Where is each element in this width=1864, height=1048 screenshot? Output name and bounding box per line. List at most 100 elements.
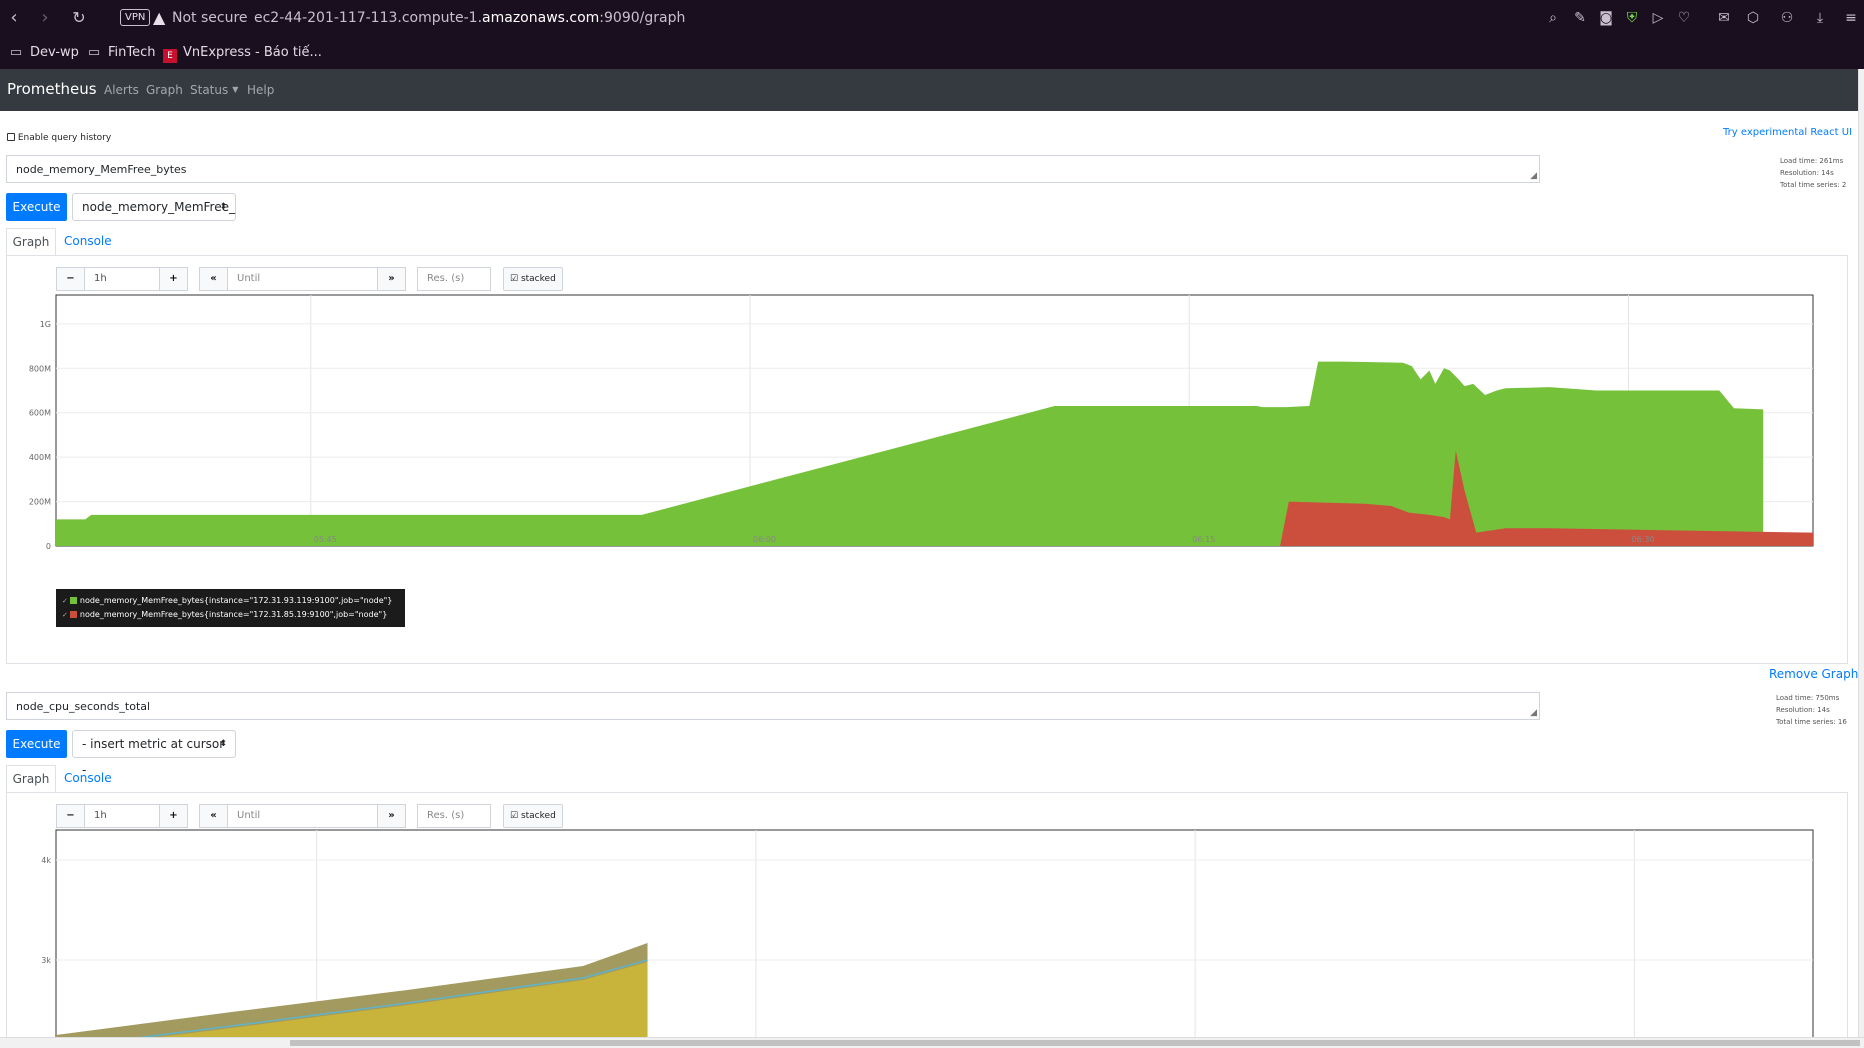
- x-tick-label: 05:45: [314, 535, 337, 544]
- y-tick-label: 1G: [40, 320, 51, 329]
- reload-icon[interactable]: ↻: [67, 6, 91, 30]
- url-rest: :9090/graph: [599, 10, 686, 26]
- mail-icon[interactable]: ✉: [1714, 8, 1734, 28]
- url-host-main: amazonaws.com: [482, 10, 600, 26]
- expression-text: node_memory_MemFree_bytes: [16, 163, 187, 176]
- tab-console[interactable]: Console: [64, 771, 112, 785]
- check-icon: ✓: [62, 597, 68, 605]
- bookmark-dev-wp[interactable]: ▭ Dev-wp: [8, 43, 79, 63]
- security-status[interactable]: Not secure: [172, 10, 248, 26]
- metric-select-value: node_memory_MemFree_: [82, 200, 235, 214]
- edit-icon[interactable]: ✎: [1570, 8, 1590, 28]
- y-tick-label: 0: [46, 542, 51, 551]
- vnexpress-icon: E: [163, 49, 177, 63]
- cube-icon[interactable]: ⬡: [1743, 8, 1763, 28]
- history-checkbox[interactable]: [7, 133, 15, 141]
- select-arrows-icon: ⬍: [219, 739, 227, 749]
- y-tick-label: 400M: [29, 453, 51, 462]
- y-tick-label: 200M: [29, 498, 51, 507]
- address-bar-row: ‹ › ↻ VPN ▲ Not secure ec2-44-201-117-11…: [0, 0, 1864, 37]
- nav-status[interactable]: Status ▼: [190, 83, 238, 97]
- y-tick-label: 600M: [29, 409, 51, 418]
- nav-help[interactable]: Help: [247, 83, 274, 97]
- vpn-badge[interactable]: VPN: [120, 9, 151, 26]
- download-icon[interactable]: ⤓: [1810, 8, 1830, 28]
- forward-icon[interactable]: ›: [33, 6, 57, 30]
- legend-swatch: [69, 597, 77, 604]
- y-tick-label: 3k: [41, 956, 51, 965]
- y-tick-label: 800M: [29, 364, 51, 373]
- prometheus-navbar: Prometheus Alerts Graph Status ▼ Help: [0, 69, 1858, 111]
- tab-graph[interactable]: Graph: [6, 228, 56, 256]
- query-stats: Load time: 261ms Resolution: 14s Total t…: [1780, 155, 1846, 191]
- legend-item[interactable]: ✓ node_memory_MemFree_bytes{instance="172…: [62, 608, 399, 622]
- panel-tabs: Graph Console − 1h + « Until » Res. (s) …: [6, 765, 1848, 1038]
- stat-resolution: Resolution: 14s: [1776, 706, 1830, 714]
- bookmark-label: FinTech: [108, 45, 156, 60]
- brand-logo[interactable]: Prometheus: [7, 80, 97, 98]
- execute-button[interactable]: Execute: [6, 193, 67, 221]
- camera-icon[interactable]: ◙: [1596, 8, 1616, 28]
- bookmark-fintech[interactable]: ▭ FinTech: [86, 43, 156, 63]
- warning-icon[interactable]: ▲: [153, 8, 165, 27]
- heart-icon[interactable]: ♡: [1674, 8, 1694, 28]
- legend-item[interactable]: ✓ node_memory_MemFree_bytes{instance="172…: [62, 594, 399, 608]
- x-tick-label: 06:15: [1192, 535, 1215, 544]
- vertical-scrollbar[interactable]: [1858, 69, 1864, 1037]
- url-field[interactable]: ec2-44-201-117-113.compute-1.amazonaws.c…: [254, 10, 685, 26]
- graph-tab-body: − 1h + « Until » Res. (s) ☑ stacked 2k3k…: [6, 792, 1848, 1038]
- tab-graph[interactable]: Graph: [6, 765, 56, 793]
- legend-label: node_memory_MemFree_bytes{instance="172.…: [79, 610, 388, 619]
- stat-resolution: Resolution: 14s: [1780, 169, 1834, 177]
- enable-history[interactable]: Enable query history: [7, 133, 111, 143]
- nav-graph[interactable]: Graph: [146, 83, 183, 97]
- browser-chrome: ‹ › ↻ VPN ▲ Not secure ec2-44-201-117-11…: [0, 0, 1864, 69]
- expression-text: node_cpu_seconds_total: [16, 700, 151, 713]
- bookmark-vnexpress[interactable]: E VnExpress - Báo tiế...: [163, 43, 322, 63]
- select-arrows-icon: ⬍: [219, 202, 227, 212]
- graph-tab-body: − 1h + « Until » Res. (s) ☑ stacked 0 200…: [6, 255, 1848, 664]
- stat-total-series: Total time series: 2: [1780, 181, 1847, 189]
- nav-status-label: Status: [190, 83, 229, 97]
- horizontal-scrollbar[interactable]: [0, 1037, 1864, 1048]
- expression-input[interactable]: node_memory_MemFree_bytes ◢: [6, 155, 1540, 183]
- bookmark-label: VnExpress - Báo tiế...: [183, 45, 322, 60]
- bookmark-label: Dev-wp: [30, 45, 79, 60]
- history-label: Enable query history: [17, 133, 112, 143]
- expression-input[interactable]: node_cpu_seconds_total ◢: [6, 692, 1540, 720]
- nav-alerts[interactable]: Alerts: [104, 83, 139, 97]
- back-icon[interactable]: ‹: [2, 6, 26, 30]
- execute-button[interactable]: Execute: [6, 730, 67, 758]
- x-tick-label: 06:00: [753, 535, 776, 544]
- chart-legend: ✓ node_memory_MemFree_bytes{instance="172…: [56, 589, 405, 627]
- react-ui-link[interactable]: Try experimental React UI: [1723, 127, 1852, 138]
- y-tick-label: 4k: [41, 856, 51, 865]
- folder-icon: ▭: [87, 45, 101, 60]
- profile-icon[interactable]: ⚇: [1777, 8, 1797, 28]
- resize-grip-icon[interactable]: ◢: [1530, 171, 1537, 181]
- bookmarks-bar: ▭ Dev-wp ▭ FinTech E VnExpress - Báo tiế...: [0, 37, 1864, 69]
- resize-grip-icon[interactable]: ◢: [1530, 708, 1537, 718]
- metric-select[interactable]: - insert metric at cursor - ⬍: [72, 730, 236, 777]
- menu-icon[interactable]: ≡: [1841, 8, 1861, 28]
- scrollbar-thumb[interactable]: [290, 1040, 1860, 1046]
- check-icon: ✓: [62, 611, 68, 619]
- folder-icon: ▭: [9, 45, 23, 60]
- stat-total-series: Total time series: 16: [1776, 718, 1847, 726]
- legend-label: node_memory_MemFree_bytes{instance="172.…: [79, 596, 393, 605]
- url-host-prefix: ec2-44-201-117-113.compute-1.: [254, 10, 483, 26]
- legend-swatch: [69, 611, 77, 618]
- shield-icon[interactable]: ⛨: [1622, 8, 1642, 28]
- search-icon[interactable]: ⌕: [1543, 8, 1563, 28]
- metric-select[interactable]: node_memory_MemFree_ ⬍: [72, 193, 236, 221]
- tab-console[interactable]: Console: [64, 234, 112, 248]
- stat-load-time: Load time: 261ms: [1780, 157, 1844, 165]
- stat-load-time: Load time: 750ms: [1776, 694, 1840, 702]
- panel-tabs: Graph Console − 1h + « Until » Res. (s) …: [6, 228, 1848, 678]
- cpu-chart[interactable]: 2k3k4k: [7, 793, 1847, 1038]
- query-stats: Load time: 750ms Resolution: 14s Total t…: [1776, 692, 1847, 728]
- x-tick-label: 06:30: [1632, 535, 1655, 544]
- remove-graph-link[interactable]: Remove Graph: [1769, 667, 1858, 681]
- send-icon[interactable]: ▷: [1648, 8, 1668, 28]
- caret-down-icon: ▼: [232, 85, 239, 94]
